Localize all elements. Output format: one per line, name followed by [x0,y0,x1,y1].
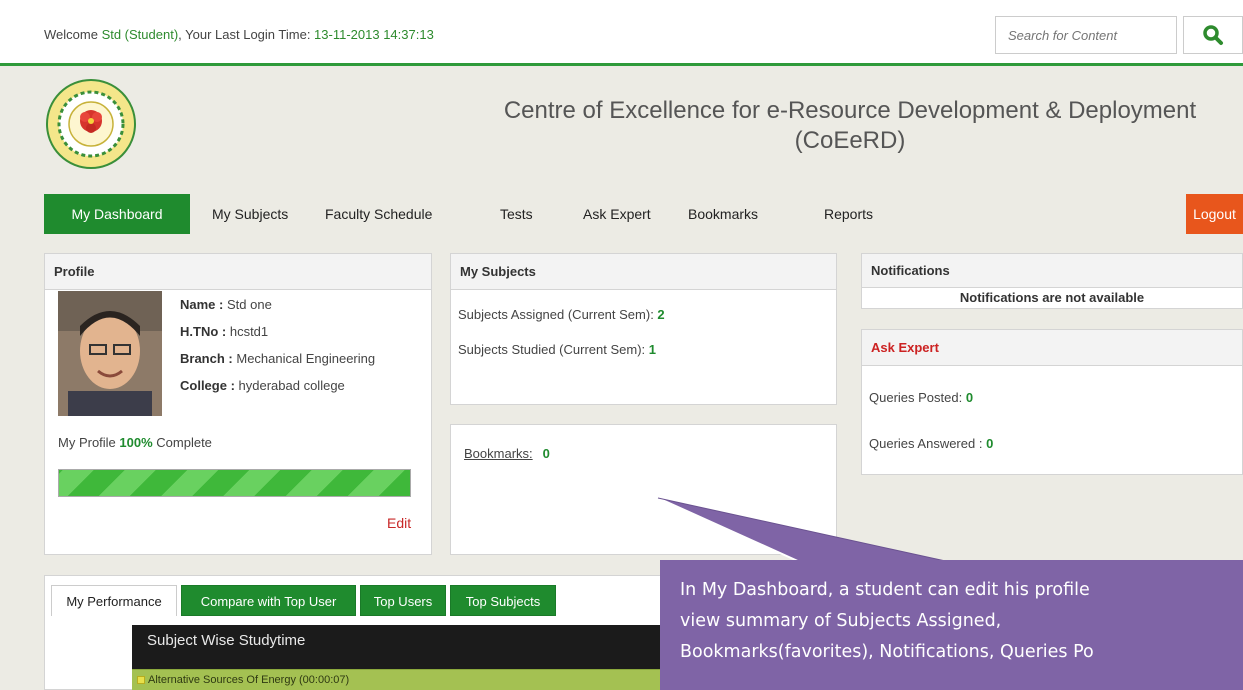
bookmarks-summary: Bookmarks: 0 [464,446,550,461]
ask-expert-panel-title: Ask Expert [862,330,1242,366]
edit-profile-link[interactable]: Edit [387,515,411,531]
search-input[interactable] [995,16,1177,54]
profile-panel: Profile Name : Std one H.TNo : hcstd1 Br… [44,253,432,555]
subjects-studied: Subjects Studied (Current Sem): 1 [458,342,656,357]
studytime-chart: Subject Wise Studytime Alternative Sourc… [132,625,662,690]
welcome-prefix: Welcome [44,27,102,42]
site-title-line1: Centre of Excellence for e-Resource Deve… [503,97,1197,124]
username: Std (Student) [101,27,179,42]
chart-row: Alternative Sources Of Energy (00:00:07) [132,669,662,690]
bookmarks-link[interactable]: Bookmarks: [464,446,533,461]
logout-button[interactable]: Logout [1186,194,1243,234]
profile-progress-bar [58,469,411,497]
ask-expert-panel: Ask Expert Queries Posted: 0 Queries Ans… [861,329,1243,475]
site-title-line2: (CoEeRD) [794,127,906,154]
profile-branch: Branch : Mechanical Engineering [180,351,376,366]
university-logo [46,79,136,169]
notifications-panel-title: Notifications [862,254,1242,288]
main-nav: My Dashboard My Subjects Faculty Schedul… [44,194,1243,234]
notifications-empty-message: Notifications are not available [959,290,1145,305]
queries-answered: Queries Answered : 0 [869,436,994,451]
profile-htno: H.TNo : hcstd1 [180,324,269,339]
chart-title: Subject Wise Studytime [147,632,306,649]
site-header: Centre of Excellence for e-Resource Deve… [0,69,1243,194]
nav-my-subjects[interactable]: My Subjects [212,194,288,234]
tab-top-users[interactable]: Top Users [360,585,446,616]
nav-bookmarks[interactable]: Bookmarks [688,194,758,234]
nav-my-dashboard[interactable]: My Dashboard [44,194,190,234]
top-bar: Welcome Std (Student), Your Last Login T… [0,0,1243,66]
queries-posted: Queries Posted: 0 [869,390,974,405]
subjects-assigned: Subjects Assigned (Current Sem): 2 [458,307,665,322]
tab-my-performance[interactable]: My Performance [51,585,177,616]
bookmarks-count: 0 [542,446,550,461]
my-subjects-panel-title: My Subjects [451,254,836,290]
legend-marker-icon [137,676,145,684]
tab-top-subjects[interactable]: Top Subjects [450,585,556,616]
last-login-time: 13-11-2013 14:37:13 [314,27,434,42]
nav-tests[interactable]: Tests [500,194,533,234]
tutorial-callout: In My Dashboard, a student can edit his … [660,560,1243,690]
callout-pointer [657,497,951,563]
search-icon [1203,25,1223,45]
welcome-mid: , Your Last Login Time: [178,27,315,42]
tab-compare-top-user[interactable]: Compare with Top User [181,585,356,616]
nav-ask-expert[interactable]: Ask Expert [583,194,651,234]
profile-panel-title: Profile [45,254,431,290]
callout-line1: In My Dashboard, a student can edit his … [680,580,1090,600]
notifications-panel: Notifications Notifications are not avai… [861,253,1243,309]
my-subjects-panel: My Subjects Subjects Assigned (Current S… [450,253,837,405]
search-button[interactable] [1183,16,1243,54]
welcome-message: Welcome Std (Student), Your Last Login T… [44,27,434,42]
profile-college: College : hyderabad college [180,378,345,393]
profile-completion: My Profile 100% Complete [58,435,212,450]
profile-name: Name : Std one [180,297,272,312]
profile-photo [58,291,162,416]
nav-reports[interactable]: Reports [824,194,873,234]
profile-progress-fill [59,470,410,496]
callout-line2: view summary of Subjects Assigned, [680,611,1002,631]
nav-faculty-schedule[interactable]: Faculty Schedule [325,194,432,234]
site-title: Centre of Excellence for e-Resource Deve… [440,96,1243,156]
callout-line3: Bookmarks(favorites), Notifications, Que… [680,642,1094,662]
chart-row-label: Alternative Sources Of Energy (00:00:07) [148,674,350,686]
